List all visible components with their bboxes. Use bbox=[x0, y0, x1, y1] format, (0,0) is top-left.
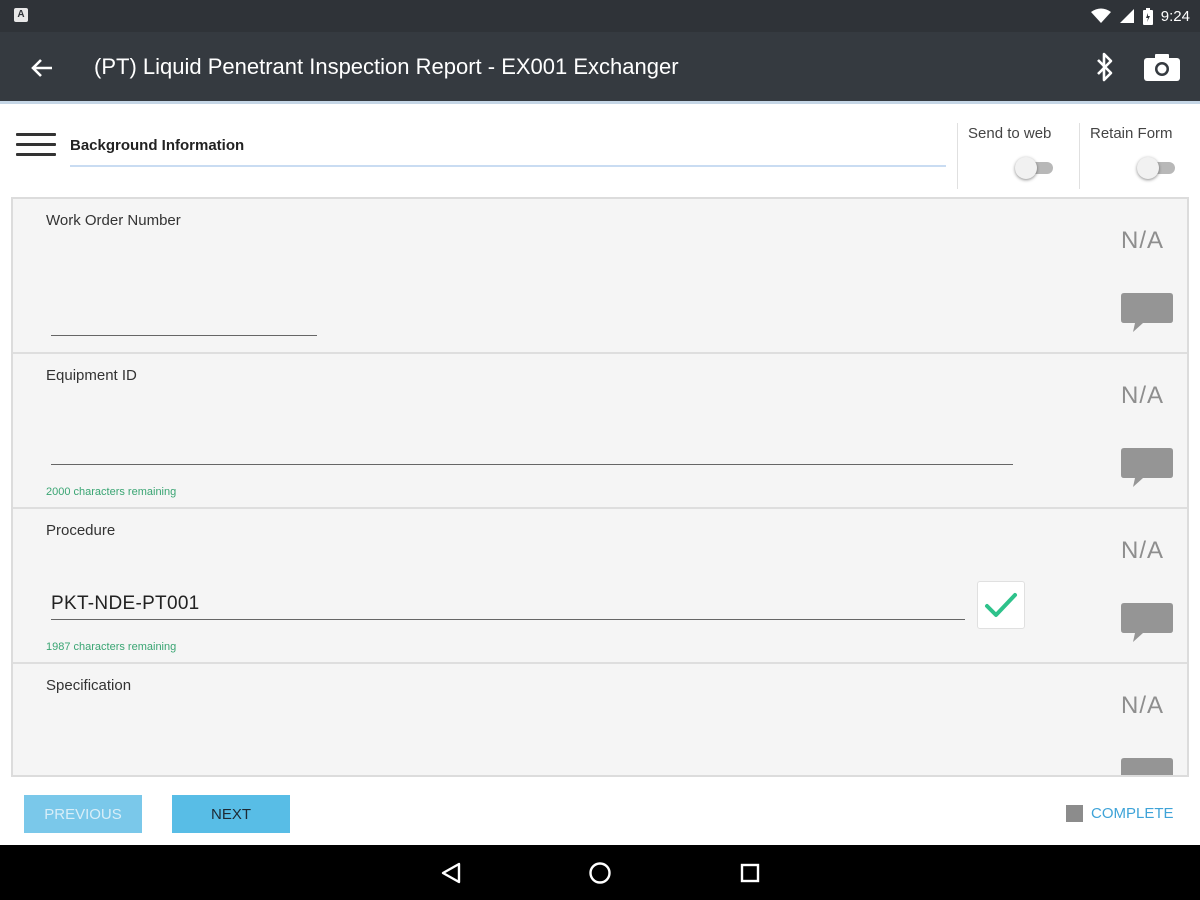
back-arrow-icon bbox=[31, 59, 52, 77]
question-label: Specification bbox=[46, 677, 132, 694]
checkbox-icon bbox=[1066, 805, 1083, 822]
send-to-web-label: Send to web bbox=[968, 125, 1052, 142]
divider bbox=[957, 123, 958, 189]
hamburger-icon bbox=[16, 133, 56, 156]
complete-label: COMPLETE bbox=[1091, 805, 1174, 822]
confirm-check-button[interactable] bbox=[977, 581, 1025, 629]
comment-button[interactable] bbox=[1121, 448, 1173, 488]
comment-button[interactable] bbox=[1121, 603, 1173, 643]
bluetooth-icon bbox=[1097, 52, 1113, 82]
section-selector[interactable]: Background Information bbox=[70, 131, 946, 167]
notification-icon: A bbox=[14, 8, 28, 22]
comment-button[interactable] bbox=[1121, 758, 1173, 775]
cell-signal-icon bbox=[1119, 9, 1134, 23]
question-equipment-id: Equipment ID 2000 characters remaining N… bbox=[13, 354, 1187, 509]
previous-button[interactable]: PREVIOUS bbox=[24, 795, 142, 833]
system-recents-button[interactable] bbox=[735, 858, 765, 888]
system-home-button[interactable] bbox=[585, 858, 615, 888]
bluetooth-button[interactable] bbox=[1090, 50, 1120, 84]
wifi-icon bbox=[1090, 8, 1111, 23]
work-order-input[interactable] bbox=[51, 335, 317, 336]
status-icons: 9:24 bbox=[1090, 5, 1190, 27]
status-time: 9:24 bbox=[1160, 7, 1190, 25]
section-header: Background Information Send to web Retai… bbox=[0, 107, 1200, 195]
divider bbox=[1079, 123, 1080, 189]
status-bar: A 9:24 bbox=[0, 0, 1200, 32]
next-button[interactable]: NEXT bbox=[172, 795, 290, 833]
comment-icon bbox=[1121, 758, 1173, 775]
procedure-input[interactable] bbox=[51, 619, 965, 620]
system-nav-bar bbox=[0, 845, 1200, 900]
characters-remaining: 1987 characters remaining bbox=[46, 641, 177, 653]
section-title: Background Information bbox=[70, 137, 245, 154]
camera-button[interactable] bbox=[1142, 50, 1182, 84]
form-questions[interactable]: Work Order Number N/A Equipment ID 2000 … bbox=[11, 197, 1189, 777]
circle-home-icon bbox=[589, 862, 611, 884]
comment-icon bbox=[1121, 603, 1173, 642]
camera-icon bbox=[1144, 54, 1180, 81]
send-to-web-toggle[interactable] bbox=[1015, 157, 1055, 179]
checkmark-icon bbox=[985, 593, 1017, 617]
na-button[interactable]: N/A bbox=[1121, 692, 1164, 720]
retain-form-label: Retain Form bbox=[1090, 125, 1173, 142]
question-label: Equipment ID bbox=[46, 367, 137, 384]
complete-checkbox[interactable]: COMPLETE bbox=[1066, 805, 1174, 822]
comment-button[interactable] bbox=[1121, 293, 1173, 333]
na-button[interactable]: N/A bbox=[1121, 382, 1164, 410]
question-label: Procedure bbox=[46, 522, 116, 539]
triangle-back-icon bbox=[441, 862, 461, 884]
question-work-order-number: Work Order Number N/A bbox=[13, 199, 1187, 354]
app-bar: (PT) Liquid Penetrant Inspection Report … bbox=[0, 32, 1200, 104]
procedure-input-value: PKT-NDE-PT001 bbox=[51, 593, 200, 614]
menu-button[interactable] bbox=[16, 133, 56, 161]
question-label: Work Order Number bbox=[46, 212, 181, 229]
equipment-id-input[interactable] bbox=[51, 464, 1013, 465]
characters-remaining: 2000 characters remaining bbox=[46, 486, 177, 498]
system-back-button[interactable] bbox=[436, 858, 466, 888]
comment-icon bbox=[1121, 293, 1173, 332]
na-button[interactable]: N/A bbox=[1121, 537, 1164, 565]
form-navigation: PREVIOUS NEXT COMPLETE bbox=[0, 779, 1200, 845]
battery-icon bbox=[1142, 7, 1153, 25]
comment-icon bbox=[1121, 448, 1173, 487]
question-specification: Specification N/A bbox=[13, 664, 1187, 775]
back-button[interactable] bbox=[26, 52, 58, 84]
na-button[interactable]: N/A bbox=[1121, 227, 1164, 255]
question-procedure: Procedure PKT-NDE-PT001 1987 characters … bbox=[13, 509, 1187, 664]
page-title: (PT) Liquid Penetrant Inspection Report … bbox=[94, 54, 679, 79]
square-recents-icon bbox=[740, 863, 760, 883]
retain-form-toggle[interactable] bbox=[1137, 157, 1177, 179]
